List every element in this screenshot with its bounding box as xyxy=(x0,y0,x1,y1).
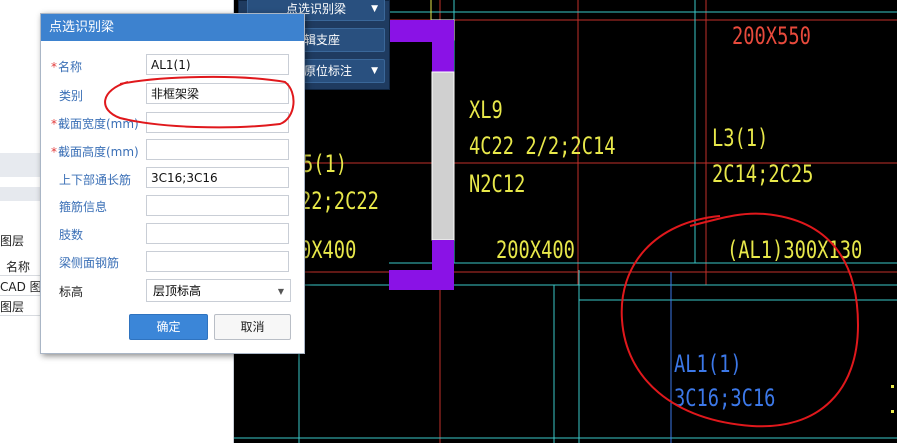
field-label-section-height: *截面高度(mm) xyxy=(51,143,139,160)
field-label-elevation: 标高 xyxy=(59,285,84,299)
column-fill xyxy=(389,20,433,42)
layer-label: 图层 xyxy=(0,234,25,248)
column-name-header: 名称 xyxy=(6,260,31,274)
dialog-title: 点选识别梁 xyxy=(41,14,304,41)
wall-fill xyxy=(431,71,455,241)
column-fill xyxy=(432,20,454,72)
side-rebar-input[interactable] xyxy=(146,251,289,272)
beam-label-left: 5(1) xyxy=(302,150,348,178)
ok-button[interactable]: 确定 xyxy=(129,314,208,340)
field-label-stirrup: 箍筋信息 xyxy=(59,200,108,214)
elevation-value: 层顶标高 xyxy=(153,284,202,298)
beam-label-xl9: XL9 xyxy=(469,96,503,124)
chevron-down-icon[interactable]: ▼ xyxy=(371,0,378,20)
beam-size-200x400: 200X400 xyxy=(496,236,575,264)
column-fill xyxy=(389,270,454,290)
field-label-side-rebar: 梁侧面钢筋 xyxy=(59,256,120,270)
beam-rebar-al1: 3C16;3C16 xyxy=(674,384,776,412)
field-label-name: *名称 xyxy=(51,58,82,75)
cancel-button[interactable]: 取消 xyxy=(214,314,291,340)
beam-rebar-xl9: 4C22 2/2;2C14 xyxy=(469,132,616,160)
legs-input[interactable] xyxy=(146,223,289,244)
through-rebar-input[interactable]: 3C16;3C16 xyxy=(146,167,289,188)
field-label-through-rebar: 上下部通长筋 xyxy=(59,173,132,187)
beam-size-al1: (AL1)300X130 xyxy=(727,236,863,264)
marker xyxy=(891,385,894,388)
beam-size-200x550: 200X550 xyxy=(732,22,811,50)
name-input[interactable]: AL1(1) xyxy=(146,54,289,75)
marker xyxy=(891,410,894,413)
beam-rebar-l3: 2C14;2C25 xyxy=(712,160,814,188)
row-label: 图层 xyxy=(0,300,25,314)
beam-size-left: 0X400 xyxy=(300,236,357,264)
elevation-select[interactable]: 层顶标高 ▼ xyxy=(146,279,291,302)
beam-side-rebar-xl9: N2C12 xyxy=(469,170,526,198)
label-text: 截面高度(mm) xyxy=(58,145,139,159)
required-mark: * xyxy=(51,145,57,159)
label-text: 截面宽度(mm) xyxy=(58,117,139,131)
field-label-legs: 肢数 xyxy=(59,228,84,242)
chevron-down-icon[interactable]: ▼ xyxy=(371,60,378,82)
chevron-down-icon: ▼ xyxy=(277,287,284,296)
required-mark: * xyxy=(51,60,57,74)
section-height-input[interactable] xyxy=(146,139,289,160)
category-input[interactable]: 非框架梁 xyxy=(146,83,289,104)
stirrup-input[interactable] xyxy=(146,195,289,216)
field-label-section-width: *截面宽度(mm) xyxy=(51,115,139,132)
row-label: CAD 图 xyxy=(0,280,42,294)
section-width-input[interactable] xyxy=(146,112,289,133)
beam-rebar-left: 22;2C22 xyxy=(300,187,379,215)
field-label-category: 类别 xyxy=(59,89,84,103)
required-mark: * xyxy=(51,117,57,131)
label-text: 名称 xyxy=(58,60,83,74)
beam-label-l3: L3(1) xyxy=(712,124,769,152)
beam-label-al1: AL1(1) xyxy=(674,350,742,378)
identify-beam-dialog: 点选识别梁 *名称 AL1(1) 类别 非框架梁 *截面宽度(mm) *截面高度… xyxy=(40,13,305,354)
